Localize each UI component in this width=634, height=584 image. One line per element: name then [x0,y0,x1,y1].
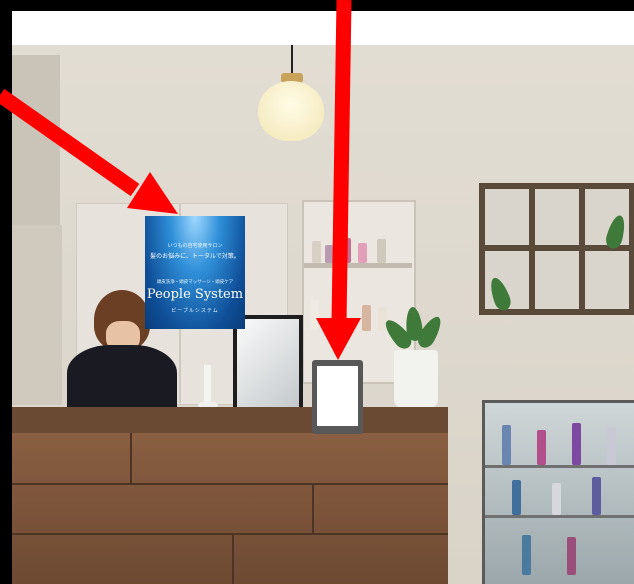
left-alcove [12,55,60,225]
product-bottle [310,300,319,330]
reception-counter [12,433,448,584]
product-bottle [312,241,321,263]
showcase-bottle [607,427,616,465]
product-bottle [358,243,367,263]
showcase-bottle [552,483,561,515]
poster-brand-kana: ピープルシステム [171,308,219,314]
people-system-poster: いつもの自宅使用サロン 髪のお悩みに、トータルで対策。 頭皮洗浄・頭皮マッサージ… [145,216,245,329]
poster-services: 頭皮洗浄・頭皮マッサージ・頭皮ケア [156,280,234,285]
salon-photo [12,45,634,584]
counter-plank-joint [312,483,314,533]
poster-brand-name: People System [146,287,244,302]
showcase-bottle [592,477,601,515]
counter-plank-line [12,533,448,535]
poster-tagline: いつもの自宅使用サロン [167,243,223,249]
pendant-lamp [258,81,324,141]
left-door [12,225,62,405]
showcase-bottle [567,537,576,575]
blank-card [317,366,358,426]
showcase-bottle [512,480,521,515]
product-bottle [325,245,334,263]
showcase-bottle [572,423,581,465]
window-pane [535,189,579,245]
counter-plank-joint [130,433,132,483]
window-pane [585,251,629,309]
counter-plank-line [12,483,448,485]
reception-counter-top [12,407,448,433]
product-bottle [377,239,386,263]
screenshot-frame: いつもの自宅使用サロン 髪のお悩みに、トータルで対策。 頭皮洗浄・頭皮マッサージ… [0,0,634,584]
counter-plank-joint [232,533,234,584]
plant-pot [394,350,438,408]
wall-shelf [304,263,412,268]
showcase-bottle [522,535,531,575]
showcase-shelf [485,465,634,468]
window-pane [485,189,529,245]
product-bottle [342,238,351,263]
person-body [67,345,177,415]
showcase-bottle [537,430,546,465]
product-bottle [362,305,371,331]
showcase-shelf [485,515,634,518]
showcase-bottle [502,425,511,465]
top-white-bar [12,11,634,45]
window-pane [535,251,579,309]
poster-headline: 髪のお悩みに、トータルで対策。 [150,253,240,260]
